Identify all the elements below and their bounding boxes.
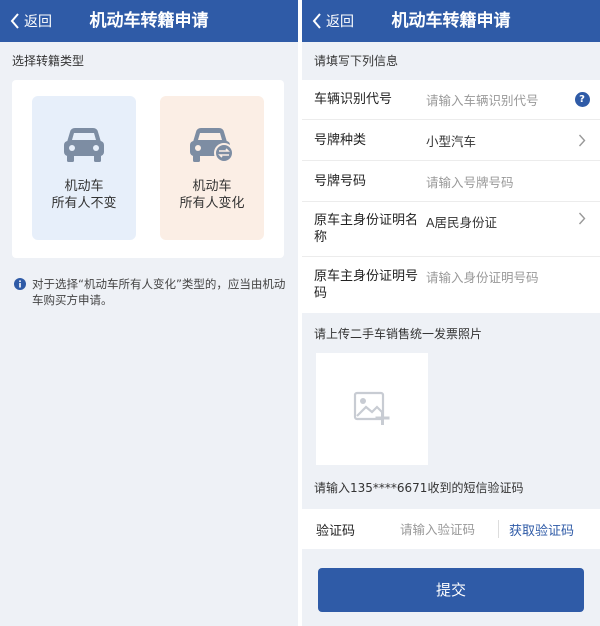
transfer-type-options: 机动车 所有人不变 机动车 所有人变化 [12, 80, 284, 258]
notice: 对于选择“机动车所有人变化”类型的，应当由机动车购买方申请。 [0, 258, 298, 308]
info-icon [14, 278, 26, 290]
vin-row[interactable]: 车辆识别代号 请输入车辆识别代号 ? [302, 80, 600, 120]
help-icon[interactable]: ? [574, 92, 590, 107]
chevron-right-icon [578, 134, 586, 146]
chevron-right-icon [578, 212, 586, 225]
id-type-value[interactable]: A居民身份证 [426, 212, 574, 231]
back-button[interactable]: 返回 [312, 0, 354, 42]
id-number-row[interactable]: 原车主身份证明号码 请输入身份证明号码 [302, 257, 600, 313]
code-label: 验证码 [316, 523, 356, 539]
card-label-line1: 机动车 [192, 179, 232, 194]
id-type-label: 原车主身份证明名称 [314, 213, 419, 245]
plate-number-label: 号牌号码 [314, 173, 367, 189]
get-code-button[interactable]: 获取验证码 [509, 520, 574, 539]
card-label: 机动车 所有人不变 [32, 178, 136, 212]
image-add-icon [353, 391, 390, 425]
invoice-upload-button[interactable] [316, 353, 428, 465]
back-label: 返回 [24, 14, 52, 30]
owner-unchanged-card[interactable]: 机动车 所有人不变 [32, 96, 136, 240]
card-label-line2: 所有人变化 [179, 196, 245, 211]
chevron-left-icon [312, 13, 321, 29]
owner-changed-card[interactable]: 机动车 所有人变化 [160, 96, 264, 240]
chevron-left-icon [10, 13, 19, 29]
card-label: 机动车 所有人变化 [160, 178, 264, 212]
card-label-line1: 机动车 [64, 179, 104, 194]
card-label-line2: 所有人不变 [51, 196, 117, 211]
car-transfer-icon [190, 128, 234, 163]
back-button[interactable]: 返回 [10, 0, 52, 42]
top-bar: 返回 机动车转籍申请 [302, 0, 600, 42]
separator [498, 520, 499, 538]
submit-button[interactable]: 提交 [318, 568, 584, 612]
transfer-type-screen: 返回 机动车转籍申请 选择转籍类型 机动车 所有人不变 机动车 所有人变化 对于… [0, 0, 298, 626]
id-type-row[interactable]: 原车主身份证明名称 A居民身份证 [302, 202, 600, 257]
plate-number-row[interactable]: 号牌号码 请输入号牌号码 [302, 161, 600, 202]
application-form-screen: 返回 机动车转籍申请 请填写下列信息 车辆识别代号 请输入车辆识别代号 ? 号牌… [302, 0, 600, 626]
vin-label: 车辆识别代号 [314, 92, 393, 107]
plate-number-input[interactable]: 请输入号牌号码 [426, 172, 574, 191]
plate-type-row[interactable]: 号牌种类 小型汽车 [302, 120, 600, 161]
plate-type-label: 号牌种类 [314, 132, 367, 148]
section-label: 选择转籍类型 [12, 54, 85, 68]
car-icon [64, 128, 104, 162]
back-label: 返回 [326, 14, 354, 30]
verification-code-input[interactable] [400, 521, 494, 537]
vin-input[interactable]: 请输入车辆识别代号 [426, 90, 574, 109]
id-number-input[interactable]: 请输入身份证明号码 [426, 267, 574, 286]
section-label: 请填写下列信息 [314, 54, 399, 68]
vehicle-info-form: 车辆识别代号 请输入车辆识别代号 ? 号牌种类 小型汽车 号牌号码 请输入号牌号… [302, 80, 600, 313]
top-bar: 返回 机动车转籍申请 [0, 0, 298, 42]
sms-hint: 请输入135****6671收到的短信验证码 [314, 481, 524, 495]
notice-text: 对于选择“机动车所有人变化”类型的，应当由机动车购买方申请。 [32, 277, 286, 307]
plate-type-value[interactable]: 小型汽车 [426, 131, 574, 150]
id-number-label: 原车主身份证明号码 [314, 269, 419, 301]
verification-code-row: 验证码 获取验证码 [302, 509, 600, 549]
upload-label: 请上传二手车销售统一发票照片 [314, 327, 483, 341]
